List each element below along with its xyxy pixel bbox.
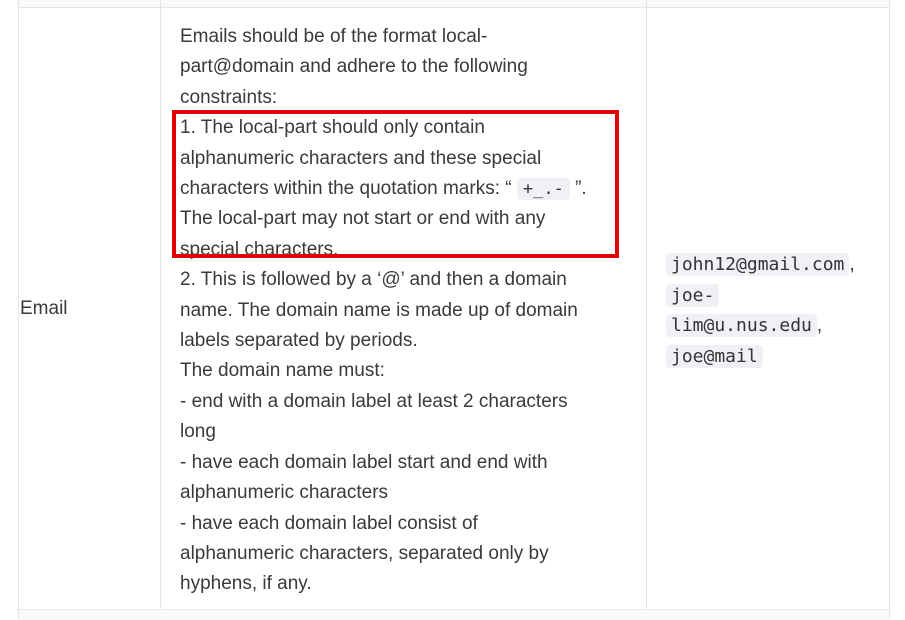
constraint-line: part@domain and adhere to the following [180, 56, 528, 78]
constraint-line: labels separated by periods. [180, 330, 418, 352]
constraints-cell: Emails should be of the format local- pa… [180, 22, 630, 600]
constraint-line: Emails should be of the format local- [180, 26, 488, 47]
constraint-line: 2. This is followed by a ‘@’ and then a … [180, 269, 567, 291]
column-divider [160, 0, 161, 619]
examples-cell: john12@gmail.com, joe- lim@u.nus.edu, jo… [666, 250, 876, 372]
table-row-next [19, 609, 889, 620]
table-row-previous [19, 0, 889, 8]
constraint-line: alphanumeric characters, separated only … [180, 542, 549, 564]
constraint-line: alphanumeric characters [180, 482, 389, 504]
constraint-line: hyphens, if any. [180, 573, 312, 595]
constraint-line: long [180, 421, 216, 443]
constraint-line: name. The domain name is made up of doma… [180, 299, 578, 321]
column-divider [646, 0, 647, 619]
example-line: john12@gmail.com, [666, 250, 876, 281]
constraint-line: - end with a domain label at least 2 cha… [180, 390, 568, 412]
separator: , [816, 315, 823, 336]
example-code: lim@u.nus.edu [666, 314, 817, 337]
field-name-cell: Email [20, 298, 68, 319]
constraint-line: - have each domain label consist of [180, 512, 478, 534]
example-line: joe@mail [666, 342, 876, 373]
constraint-line: constraints: [180, 86, 278, 108]
highlight-box [172, 110, 619, 258]
constraint-line: The domain name must: [180, 360, 385, 382]
example-code: joe- [666, 283, 720, 307]
constraint-line: - have each domain label start and end w… [180, 451, 548, 473]
example-line: joe- [666, 281, 876, 312]
example-line: lim@u.nus.edu, [666, 311, 876, 342]
separator: , [849, 254, 855, 275]
example-code: joe@mail [666, 344, 763, 368]
example-code: john12@gmail.com [666, 253, 850, 276]
